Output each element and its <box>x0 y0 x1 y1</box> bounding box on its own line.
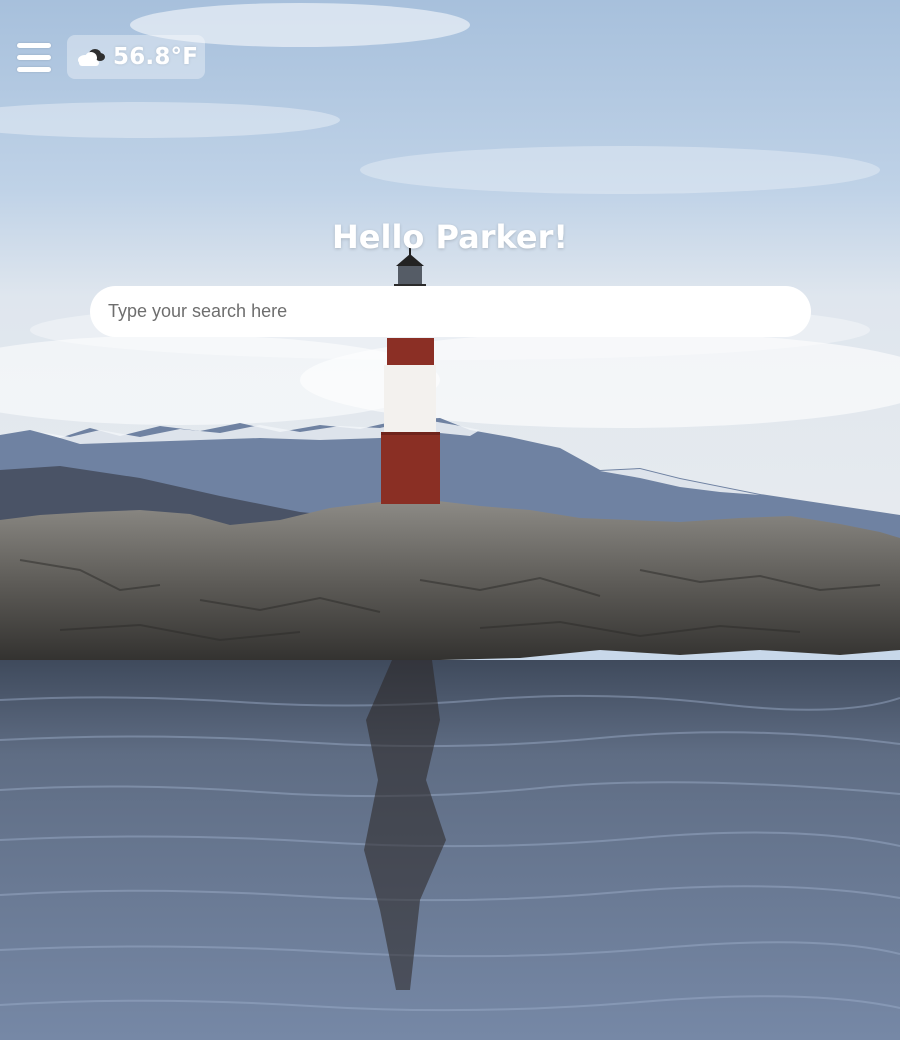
new-tab-page: 56.8°F Hello Parker! <box>0 0 900 1040</box>
weather-temperature: 56.8°F <box>113 44 199 70</box>
greeting-heading: Hello Parker! <box>331 218 568 256</box>
weather-widget[interactable]: 56.8°F <box>67 35 205 79</box>
background-photo <box>0 0 900 1040</box>
menu-bar-bottom <box>17 67 51 72</box>
menu-button[interactable] <box>15 41 53 75</box>
menu-bar-middle <box>17 55 51 60</box>
menu-bar-top <box>17 43 51 48</box>
search-input[interactable] <box>90 286 811 337</box>
partly-cloudy-icon <box>78 49 105 66</box>
